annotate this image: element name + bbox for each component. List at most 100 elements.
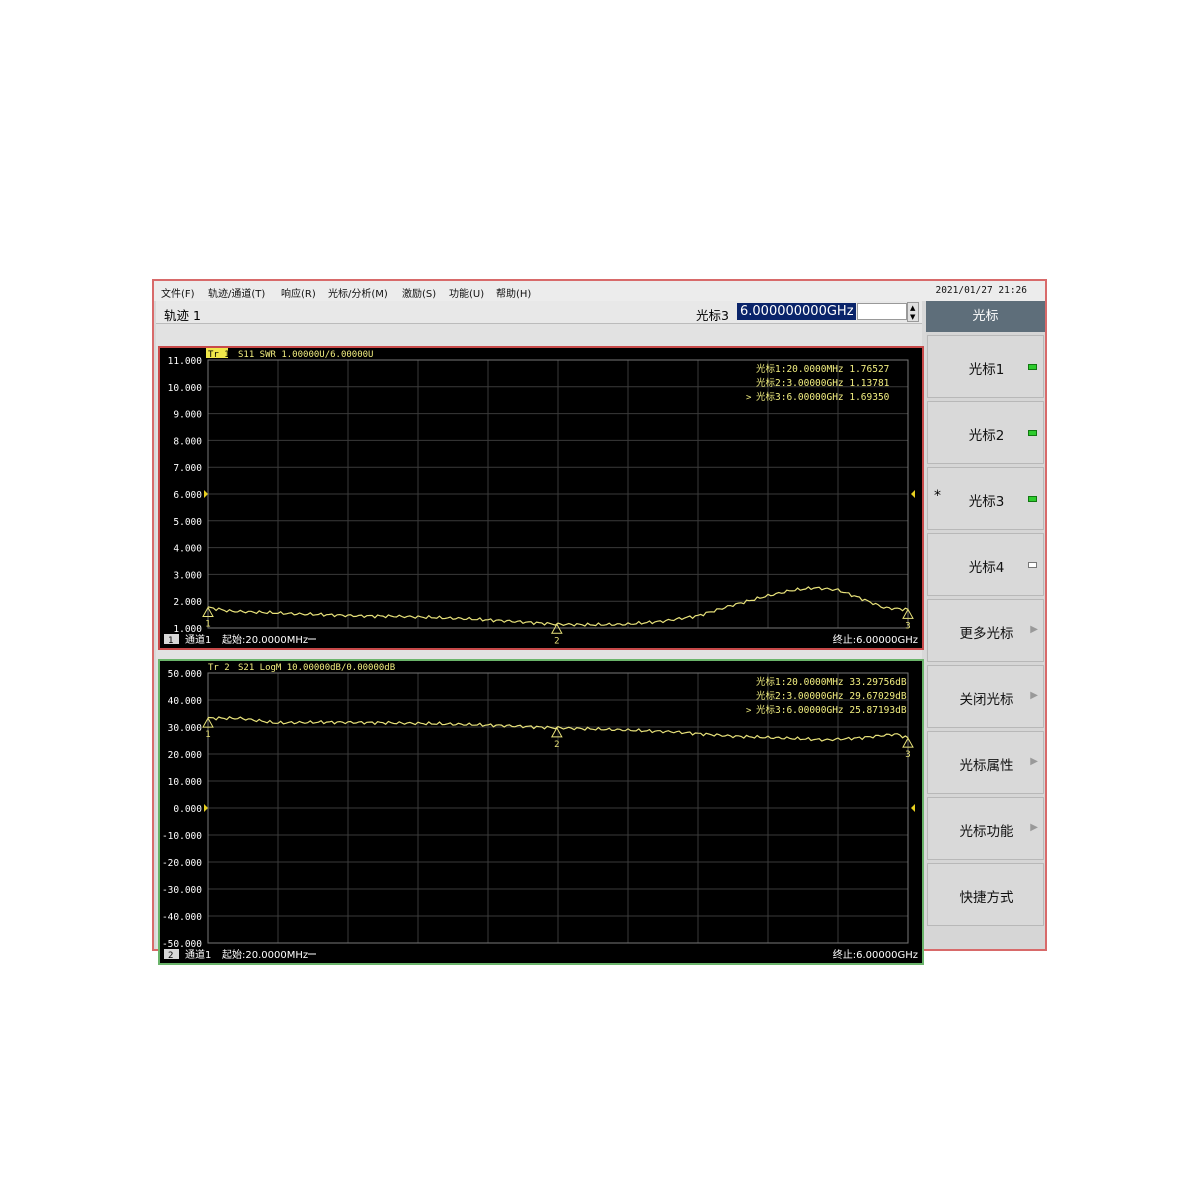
start-frequency: 起始:20.0000MHz: [222, 948, 308, 961]
softkey-label: 光标属性: [959, 758, 1014, 774]
channel-number: 1: [168, 636, 173, 646]
trace-id-label: Tr 2: [208, 663, 230, 673]
menu-help[interactable]: 帮助(H): [496, 285, 531, 300]
marker-readout: 光标2:3.00000GHz 1.13781: [756, 377, 890, 389]
marker-number: 2: [554, 636, 559, 646]
marker-readout: 光标1:20.0000MHz 1.76527: [756, 363, 889, 375]
marker-entry-label: 光标3: [696, 308, 729, 323]
softkey-panel: 光标 光标1 光标2 * 光标3 光标4 更多光标 ▶ 关闭光标 ▶ 光标属性 …: [926, 301, 1045, 949]
trace-bar: 轨迹 1 光标3 6.000000000GHz ▲ ▼: [156, 301, 922, 324]
reference-right-arrow-icon: [911, 490, 915, 498]
y-tick-label: -10.000: [162, 831, 202, 842]
trace-1-chart: Tr 1 S11 SWR 1.00000U/6.00000U 11.000 10.00…: [164, 348, 918, 646]
marker-triangle-icon: [550, 726, 563, 738]
reference-left-arrow-icon: [204, 804, 208, 812]
y-tick-label: -50.000: [162, 939, 202, 950]
softkey-label: 快捷方式: [959, 890, 1014, 906]
marker4-off-indicator-icon: [1028, 562, 1037, 568]
softkey-label: 关闭光标: [959, 692, 1014, 708]
y-tick-label: 7.000: [173, 463, 202, 474]
y-tick-label: 2.000: [173, 597, 202, 608]
y-tick-label: 20.000: [168, 750, 203, 761]
reference-right-arrow-icon: [911, 804, 915, 812]
y-tick-label: 10.000: [168, 777, 203, 788]
y-tick-label: 50.000: [168, 669, 203, 680]
start-frequency: 起始:20.0000MHz: [222, 633, 308, 646]
trace-2-chart: Tr 2 S21 LogM 10.00000dB/0.00000dB 50.000 4…: [162, 661, 918, 961]
chevron-right-icon: ▶: [1030, 690, 1038, 701]
trace-panel-2[interactable]: Tr 2 S21 LogM 10.00000dB/0.00000dB 50.000 4…: [158, 659, 924, 965]
softkey-marker-functions[interactable]: 光标功能 ▶: [927, 797, 1044, 860]
menu-trace-channel[interactable]: 轨迹/通道(T): [208, 285, 265, 300]
softkey-more-markers[interactable]: 更多光标 ▶: [927, 599, 1044, 662]
y-tick-label: -40.000: [162, 912, 202, 923]
menu-file[interactable]: 文件(F): [161, 285, 195, 300]
y-tick-label: -20.000: [162, 858, 202, 869]
marker-number: 2: [554, 740, 559, 750]
softkey-markers-off[interactable]: 关闭光标 ▶: [927, 665, 1044, 728]
chevron-right-icon: ▶: [1030, 624, 1038, 635]
trace-title: 轨迹 1: [164, 308, 201, 323]
stop-frequency: 终止:6.00000GHz: [833, 948, 918, 961]
y-tick-label: 30.000: [168, 723, 203, 734]
y-tick-label: 9.000: [173, 410, 202, 421]
softkey-shortcuts[interactable]: 快捷方式: [927, 863, 1044, 926]
channel-label: 通道1: [185, 948, 211, 961]
marker1-on-indicator-icon: [1028, 364, 1037, 370]
frequency-spinner[interactable]: ▲ ▼: [907, 302, 919, 322]
trace-id-label: Tr 1: [208, 350, 230, 360]
marker-frequency-input[interactable]: 6.000000000GHz: [737, 303, 856, 320]
marker-frequency-field[interactable]: [857, 303, 907, 320]
marker-readout: 光标1:20.0000MHz 33.29756dB: [756, 676, 907, 688]
chevron-right-icon: ▶: [1030, 756, 1038, 767]
trace-header: S21 LogM 10.00000dB/0.00000dB: [238, 663, 395, 673]
menu-marker-analysis[interactable]: 光标/分析(M): [328, 285, 388, 300]
marker-readout: 光标3:6.00000GHz 25.87193dB: [756, 704, 907, 716]
softkey-marker3[interactable]: * 光标3: [927, 467, 1044, 530]
softkey-marker-properties[interactable]: 光标属性 ▶: [927, 731, 1044, 794]
y-tick-label: 8.000: [173, 436, 202, 447]
softkey-label: 更多光标: [959, 626, 1014, 642]
y-tick-label: 10.000: [168, 383, 203, 394]
y-tick-label: 4.000: [173, 544, 202, 555]
softkey-marker4[interactable]: 光标4: [927, 533, 1044, 596]
marker-number: 3: [905, 621, 910, 631]
main-area: 轨迹 1 光标3 6.000000000GHz ▲ ▼ Tr 1 S11 SWR …: [156, 301, 924, 965]
stop-frequency: 终止:6.00000GHz: [833, 633, 918, 646]
channel-number: 2: [168, 951, 173, 961]
marker-triangle-icon: [550, 623, 563, 634]
marker-readout: 光标2:3.00000GHz 29.67029dB: [756, 690, 907, 702]
reference-left-arrow-icon: [204, 490, 208, 498]
y-tick-label: 6.000: [173, 490, 202, 501]
softkey-label: 光标功能: [959, 824, 1014, 840]
y-tick-label: -30.000: [162, 885, 202, 896]
marker-readout: 光标3:6.00000GHz 1.69350: [756, 391, 890, 403]
channel-label: 通道1: [185, 633, 211, 646]
menu-bar: 文件(F) 轨迹/通道(T) 响应(R) 光标/分析(M) 激励(S) 功能(U…: [154, 281, 1045, 301]
marker-number: 1: [205, 619, 210, 629]
y-tick-label: 40.000: [168, 696, 203, 707]
softkey-marker1[interactable]: 光标1: [927, 335, 1044, 398]
analyzer-window: 文件(F) 轨迹/通道(T) 响应(R) 光标/分析(M) 激励(S) 功能(U…: [152, 279, 1047, 965]
softkey-marker2[interactable]: 光标2: [927, 401, 1044, 464]
datetime: 2021/01/27 21:26: [935, 285, 1027, 296]
y-tick-label: 1.000: [173, 624, 202, 635]
spin-down-icon[interactable]: ▼: [910, 313, 915, 321]
chevron-right-icon: ▶: [1030, 822, 1038, 833]
menu-stimulus[interactable]: 激励(S): [402, 285, 436, 300]
trace-panel-1[interactable]: Tr 1 S11 SWR 1.00000U/6.00000U 11.000 10.00…: [158, 346, 924, 650]
y-tick-label: 5.000: [173, 517, 202, 528]
menu-function[interactable]: 功能(U): [449, 285, 484, 300]
y-tick-label: 0.000: [173, 804, 202, 815]
marker-number: 1: [205, 730, 210, 740]
spin-up-icon[interactable]: ▲: [910, 304, 915, 312]
y-tick-label: 3.000: [173, 570, 202, 581]
trace-header: S11 SWR 1.00000U/6.00000U: [238, 350, 373, 360]
active-marker-chevron-icon: >: [746, 393, 752, 403]
softkey-header: 光标: [926, 301, 1045, 332]
active-marker-chevron-icon: >: [746, 706, 752, 716]
marker3-on-indicator-icon: [1028, 496, 1037, 502]
marker2-on-indicator-icon: [1028, 430, 1037, 436]
menu-response[interactable]: 响应(R): [281, 285, 316, 300]
y-tick-label: 11.000: [168, 356, 203, 367]
